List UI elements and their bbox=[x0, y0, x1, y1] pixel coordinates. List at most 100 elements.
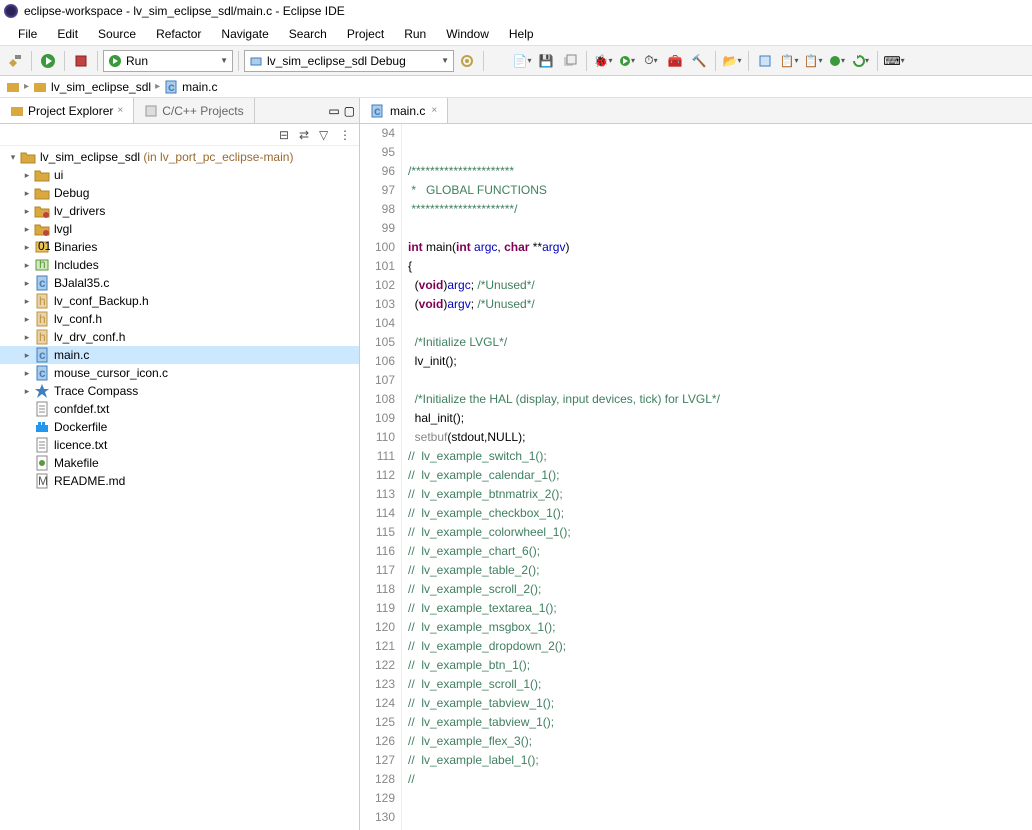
save-icon[interactable]: 💾 bbox=[535, 50, 557, 72]
project-tree[interactable]: lv_sim_eclipse_sdl (in lv_port_pc_eclips… bbox=[0, 146, 359, 830]
code-area[interactable]: /********************** * GLOBAL FUNCTIO… bbox=[402, 124, 1032, 830]
code-line[interactable]: // lv_example_checkbox_1(); bbox=[408, 504, 1032, 523]
code-line[interactable] bbox=[408, 371, 1032, 390]
tree-item-confdef-txt[interactable]: confdef.txt bbox=[0, 400, 359, 418]
refresh-icon[interactable]: ▾ bbox=[850, 50, 872, 72]
view-menu-icon[interactable]: ⋮ bbox=[339, 128, 353, 142]
expand-arrow-icon[interactable] bbox=[20, 188, 34, 199]
step-icon[interactable] bbox=[754, 50, 776, 72]
new-dropdown-icon[interactable]: 📄▾ bbox=[511, 50, 533, 72]
expand-arrow-icon[interactable] bbox=[20, 242, 34, 253]
editor-tab-main-c[interactable]: c main.c × bbox=[360, 98, 448, 123]
close-icon[interactable]: × bbox=[431, 105, 437, 116]
menu-refactor[interactable]: Refactor bbox=[146, 23, 211, 45]
code-line[interactable]: // lv_example_scroll_2(); bbox=[408, 580, 1032, 599]
tree-item-mouse-cursor-icon-c[interactable]: cmouse_cursor_icon.c bbox=[0, 364, 359, 382]
next-annotation-icon[interactable]: 📋▾ bbox=[778, 50, 800, 72]
menu-source[interactable]: Source bbox=[88, 23, 146, 45]
hammer-icon[interactable] bbox=[4, 50, 26, 72]
link-editor-icon[interactable]: ⇄ bbox=[299, 128, 313, 142]
menu-search[interactable]: Search bbox=[279, 23, 337, 45]
tree-item-dockerfile[interactable]: Dockerfile bbox=[0, 418, 359, 436]
tree-item-lv-drivers[interactable]: lv_drivers bbox=[0, 202, 359, 220]
code-line[interactable]: * GLOBAL FUNCTIONS bbox=[408, 181, 1032, 200]
tree-item-bjalal35-c[interactable]: cBJalal35.c bbox=[0, 274, 359, 292]
code-line[interactable]: (void)argc; /*Unused*/ bbox=[408, 276, 1032, 295]
code-line[interactable]: // lv_example_label_1(); bbox=[408, 751, 1032, 770]
expand-arrow-icon[interactable] bbox=[20, 260, 34, 271]
code-line[interactable] bbox=[408, 143, 1032, 162]
expand-arrow-icon[interactable] bbox=[6, 152, 20, 163]
breadcrumb-file[interactable]: main.c bbox=[182, 80, 217, 94]
expand-arrow-icon[interactable] bbox=[20, 368, 34, 379]
code-line[interactable]: // lv_example_chart_6(); bbox=[408, 542, 1032, 561]
open-type-icon[interactable]: 📂▾ bbox=[721, 50, 743, 72]
code-line[interactable]: // lv_example_flex_3(); bbox=[408, 732, 1032, 751]
menu-project[interactable]: Project bbox=[337, 23, 394, 45]
code-line[interactable] bbox=[408, 808, 1032, 827]
tree-item-lv-drv-conf-h[interactable]: hlv_drv_conf.h bbox=[0, 328, 359, 346]
menu-window[interactable]: Window bbox=[436, 23, 499, 45]
minimize-icon[interactable]: ▭ bbox=[328, 104, 339, 118]
tab-cpp-projects[interactable]: C/C++ Projects bbox=[134, 98, 254, 123]
build-icon[interactable]: 🔨 bbox=[688, 50, 710, 72]
close-icon[interactable]: × bbox=[117, 105, 123, 116]
tree-root[interactable]: lv_sim_eclipse_sdl (in lv_port_pc_eclips… bbox=[0, 148, 359, 166]
menu-run[interactable]: Run bbox=[394, 23, 436, 45]
expand-arrow-icon[interactable] bbox=[20, 386, 34, 397]
tree-item-licence-txt[interactable]: licence.txt bbox=[0, 436, 359, 454]
launch-config-dropdown[interactable]: lv_sim_eclipse_sdl Debug ▼ bbox=[244, 50, 454, 72]
menu-help[interactable]: Help bbox=[499, 23, 544, 45]
tree-item-lv-conf-backup-h[interactable]: hlv_conf_Backup.h bbox=[0, 292, 359, 310]
code-line[interactable]: int main(int argc, char **argv) bbox=[408, 238, 1032, 257]
tree-item-lvgl[interactable]: lvgl bbox=[0, 220, 359, 238]
code-line[interactable]: (void)argv; /*Unused*/ bbox=[408, 295, 1032, 314]
code-line[interactable] bbox=[408, 314, 1032, 333]
new-class-icon[interactable]: ▾ bbox=[826, 50, 848, 72]
tab-project-explorer[interactable]: Project Explorer × bbox=[0, 98, 134, 123]
collapse-all-icon[interactable]: ⊟ bbox=[279, 128, 293, 142]
code-line[interactable]: // lv_example_colorwheel_1(); bbox=[408, 523, 1032, 542]
save-all-icon[interactable] bbox=[559, 50, 581, 72]
code-line[interactable]: // lv_example_table_2(); bbox=[408, 561, 1032, 580]
expand-arrow-icon[interactable] bbox=[20, 296, 34, 307]
menu-edit[interactable]: Edit bbox=[47, 23, 88, 45]
expand-arrow-icon[interactable] bbox=[20, 224, 34, 235]
code-line[interactable]: // lv_example_dropdown_2(); bbox=[408, 637, 1032, 656]
code-line[interactable]: /********************** bbox=[408, 162, 1032, 181]
code-line[interactable]: **********************/ bbox=[408, 200, 1032, 219]
code-line[interactable]: // lv_example_tabview_1(); bbox=[408, 713, 1032, 732]
code-line[interactable] bbox=[408, 219, 1032, 238]
profile-icon[interactable]: ⏱▾ bbox=[640, 50, 662, 72]
tree-item-lv-conf-h[interactable]: hlv_conf.h bbox=[0, 310, 359, 328]
code-line[interactable]: // lv_example_scroll_1(); bbox=[408, 675, 1032, 694]
external-tools-icon[interactable]: 🧰 bbox=[664, 50, 686, 72]
filter-icon[interactable]: ▽ bbox=[319, 128, 333, 142]
run-icon[interactable]: ▾ bbox=[616, 50, 638, 72]
tree-item-binaries[interactable]: 01Binaries bbox=[0, 238, 359, 256]
terminal-icon[interactable]: ⌨▾ bbox=[883, 50, 905, 72]
expand-arrow-icon[interactable] bbox=[20, 314, 34, 325]
menu-file[interactable]: File bbox=[8, 23, 47, 45]
code-line[interactable]: // lv_example_calendar_1(); bbox=[408, 466, 1032, 485]
code-line[interactable]: // lv_example_msgbox_1(); bbox=[408, 618, 1032, 637]
expand-arrow-icon[interactable] bbox=[20, 278, 34, 289]
tree-item-readme-md[interactable]: MREADME.md bbox=[0, 472, 359, 490]
code-line[interactable]: { bbox=[408, 257, 1032, 276]
expand-arrow-icon[interactable] bbox=[20, 170, 34, 181]
code-line[interactable] bbox=[408, 124, 1032, 143]
tree-item-ui[interactable]: ui bbox=[0, 166, 359, 184]
code-line[interactable]: // lv_example_btn_1(); bbox=[408, 656, 1032, 675]
code-editor[interactable]: 9495969798991001011021031041051061071081… bbox=[360, 124, 1032, 830]
code-line[interactable]: setbuf(stdout,NULL); bbox=[408, 428, 1032, 447]
code-line[interactable]: hal_init(); bbox=[408, 409, 1032, 428]
breadcrumb-project[interactable]: lv_sim_eclipse_sdl bbox=[51, 80, 151, 94]
prev-annotation-icon[interactable]: 📋▾ bbox=[802, 50, 824, 72]
gear-icon[interactable] bbox=[456, 50, 478, 72]
debug-icon[interactable]: 🐞▾ bbox=[592, 50, 614, 72]
tree-item-trace-compass[interactable]: Trace Compass bbox=[0, 382, 359, 400]
run-config-dropdown[interactable]: Run ▼ bbox=[103, 50, 233, 72]
stop-button[interactable] bbox=[70, 50, 92, 72]
code-line[interactable]: // bbox=[408, 770, 1032, 789]
maximize-icon[interactable]: ▢ bbox=[344, 104, 355, 118]
